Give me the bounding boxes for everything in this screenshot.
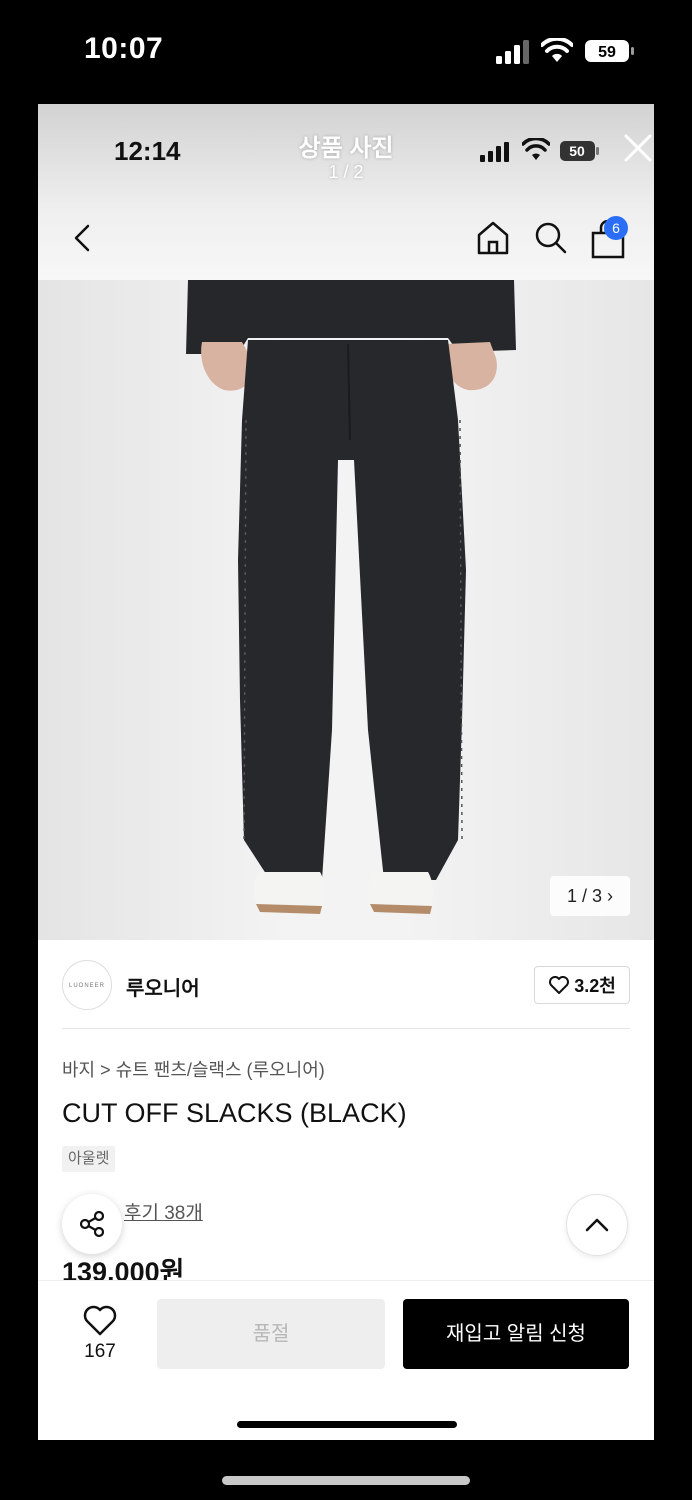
- home-icon[interactable]: [476, 220, 510, 256]
- svg-text:59: 59: [598, 44, 616, 61]
- inner-home-indicator: [237, 1421, 457, 1428]
- review-count-link[interactable]: 후기 38개: [124, 1198, 203, 1225]
- category-breadcrumb[interactable]: 바지 > 슈트 팬츠/슬랙스 (루오니어): [62, 1056, 325, 1082]
- brand-like-count: 3.2천: [574, 976, 616, 996]
- battery-icon: 59: [585, 40, 634, 62]
- image-counter-button[interactable]: 1 / 3 ›: [550, 876, 630, 916]
- product-title: CUT OFF SLACKS (BLACK): [62, 1098, 407, 1128]
- outlet-tag: 아울렛: [62, 1146, 116, 1172]
- brand-name[interactable]: 루오니어: [126, 972, 200, 1001]
- share-icon: [79, 1210, 105, 1238]
- wishlist-count: 167: [84, 1341, 116, 1362]
- photo-viewer-header: 12:14 상품 사진 1 / 2 50 6: [38, 104, 654, 280]
- brand-like-button[interactable]: 3.2천: [534, 966, 630, 1004]
- inner-wifi-icon: [522, 138, 550, 160]
- scroll-to-top-button[interactable]: [566, 1194, 628, 1256]
- wishlist-heart-icon[interactable]: [82, 1305, 118, 1337]
- sold-out-button: 품절: [157, 1299, 385, 1369]
- home-indicator: [222, 1476, 470, 1485]
- cart-count-badge: 6: [604, 216, 628, 240]
- inner-signal-icon: [480, 142, 509, 162]
- wifi-icon: [541, 38, 573, 62]
- search-icon[interactable]: [534, 220, 568, 256]
- app-screen: 1 / 3 › 12:14 상품 사진 1 / 2 50 6 LUONEER 루…: [38, 104, 654, 1440]
- product-photo-illustration: [186, 280, 516, 914]
- product-image[interactable]: [38, 280, 654, 940]
- close-icon[interactable]: [622, 132, 654, 164]
- share-button[interactable]: [62, 1194, 122, 1254]
- outer-status-time: 10:07: [84, 32, 164, 65]
- divider: [62, 1028, 630, 1029]
- viewer-page-counter: 1 / 2: [328, 162, 364, 182]
- brand-logo[interactable]: LUONEER: [62, 960, 112, 1010]
- bottom-action-bar: 167 품절 재입고 알림 신청: [38, 1280, 654, 1440]
- svg-text:50: 50: [569, 143, 585, 159]
- restock-alert-button[interactable]: 재입고 알림 신청: [403, 1299, 629, 1369]
- back-arrow-icon[interactable]: [70, 222, 94, 254]
- heart-icon: [549, 976, 570, 994]
- outer-status-bar: 10:07 59: [0, 0, 692, 104]
- chevron-up-icon: [585, 1218, 609, 1232]
- inner-battery-icon: 50: [560, 141, 599, 161]
- cellular-signal-icon: [496, 40, 529, 64]
